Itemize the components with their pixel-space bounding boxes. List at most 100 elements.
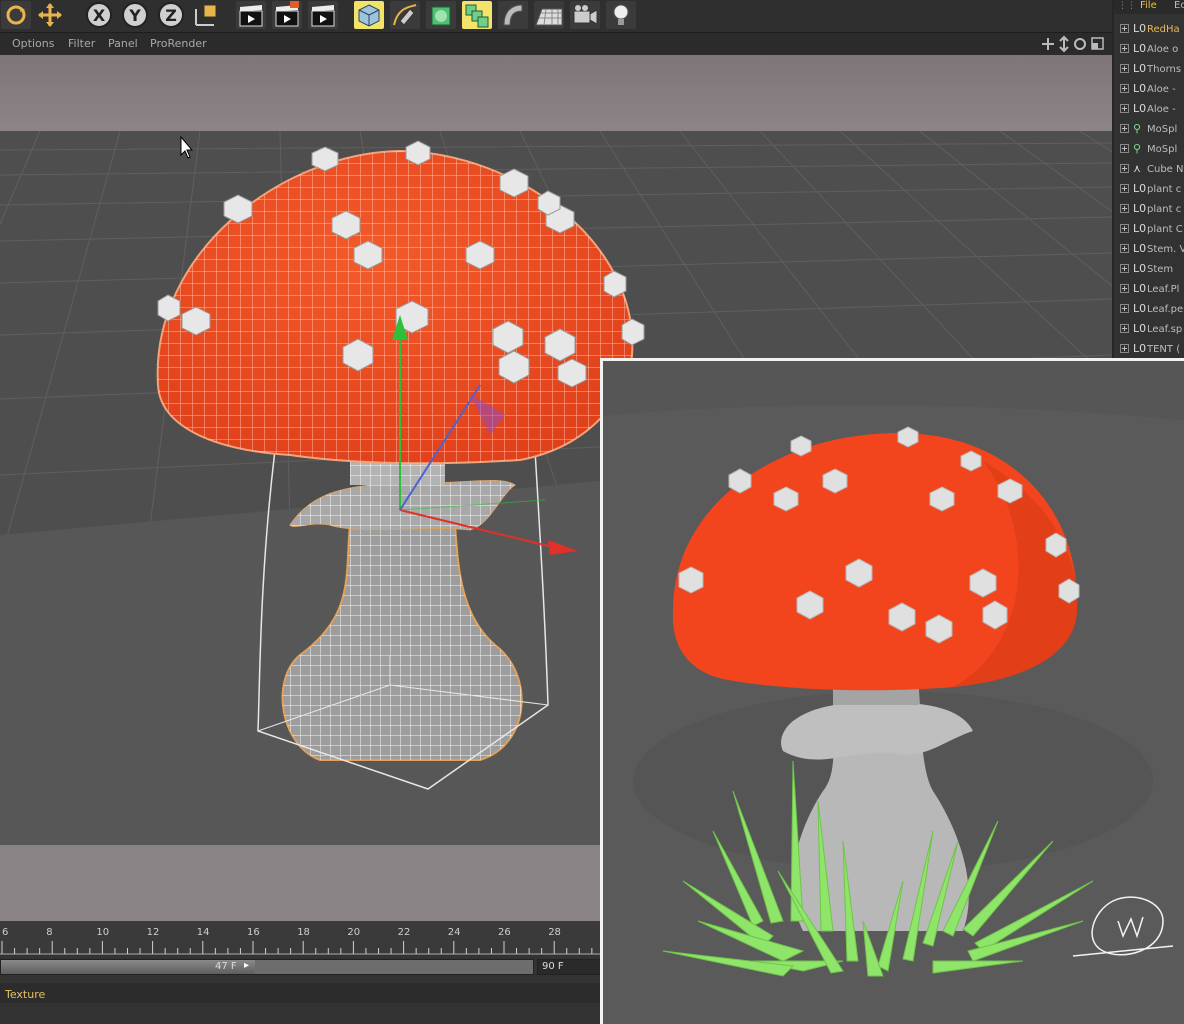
tick-label: 8 xyxy=(46,927,53,938)
expand-plus-icon[interactable] xyxy=(1120,184,1129,193)
object-name: Aloe - xyxy=(1147,104,1176,115)
pen-spline-icon[interactable] xyxy=(390,1,420,29)
timeline-panel: 6 8 10 12 14 16 18 20 22 24 26 28 47 F ▸ 90 F Textu… xyxy=(0,921,602,1024)
object-list-item[interactable]: L0 Thorns xyxy=(1120,60,1184,80)
object-list-item[interactable]: L0 Aloe - xyxy=(1120,100,1184,120)
deformer-bend-icon[interactable] xyxy=(498,1,528,29)
object-list-item[interactable]: L0 Stem. V xyxy=(1120,240,1184,260)
floor-object-icon[interactable] xyxy=(534,1,564,29)
tick-label: 20 xyxy=(347,927,361,938)
expand-plus-icon[interactable] xyxy=(1120,124,1129,133)
menu-file[interactable]: File xyxy=(1140,0,1157,11)
object-icon: L0 xyxy=(1133,202,1147,215)
end-frame-field[interactable]: 90 F xyxy=(537,959,602,975)
render-view-icon[interactable] xyxy=(236,1,266,29)
object-manager-menubar: ⋮⋮ File Ec xyxy=(1114,0,1184,14)
undo-redo-icon[interactable] xyxy=(1,1,31,29)
x-axis-label: X xyxy=(93,6,106,25)
object-list-item[interactable]: ⋏ Cube N xyxy=(1120,160,1184,180)
expand-plus-icon[interactable] xyxy=(1120,304,1129,313)
frame-range-slider[interactable]: 47 F ▸ xyxy=(0,959,534,975)
object-list-item[interactable]: L0 Leaf.sp xyxy=(1120,320,1184,340)
x-axis-lock-button[interactable]: X xyxy=(84,1,114,29)
viewport-navigation-icons[interactable] xyxy=(1042,35,1106,53)
object-name: Aloe o xyxy=(1147,44,1179,55)
expand-plus-icon[interactable] xyxy=(1120,164,1129,173)
expand-plus-icon[interactable] xyxy=(1120,104,1129,113)
object-name: plant c xyxy=(1147,184,1182,195)
object-name: RedHa xyxy=(1147,24,1180,35)
cloner-icon[interactable] xyxy=(462,1,492,29)
z-axis-label: Z xyxy=(165,6,177,25)
object-icon: L0 xyxy=(1133,82,1147,95)
object-list-item[interactable]: L0 plant c xyxy=(1120,180,1184,200)
object-icon: L0 xyxy=(1133,342,1147,355)
object-name: Aloe - xyxy=(1147,84,1176,95)
expand-plus-icon[interactable] xyxy=(1120,204,1129,213)
object-list-item[interactable]: L0 Aloe - xyxy=(1120,80,1184,100)
expand-plus-icon[interactable] xyxy=(1120,224,1129,233)
object-list-item[interactable]: L0 RedHa xyxy=(1120,20,1184,40)
object-list-item[interactable]: ⚲ MoSpl xyxy=(1120,140,1184,160)
object-list-item[interactable]: L0 plant c xyxy=(1120,200,1184,220)
slider-arrow-icon[interactable]: ▸ xyxy=(244,960,249,971)
menu-edit[interactable]: Ec xyxy=(1174,0,1184,11)
object-name: plant C xyxy=(1147,224,1183,235)
expand-plus-icon[interactable] xyxy=(1120,24,1129,33)
expand-plus-icon[interactable] xyxy=(1120,284,1129,293)
object-icon: L0 xyxy=(1133,302,1147,315)
render-settings-icon[interactable] xyxy=(308,1,338,29)
tick-label: 10 xyxy=(96,927,110,938)
object-list-item[interactable]: L0 Leaf.Pl xyxy=(1120,280,1184,300)
object-name: Leaf.Pl xyxy=(1147,284,1180,295)
expand-plus-icon[interactable] xyxy=(1120,144,1129,153)
light-bulb-icon[interactable] xyxy=(606,1,636,29)
move-tool-icon[interactable] xyxy=(35,1,65,29)
object-name: Stem xyxy=(1147,264,1174,275)
expand-plus-icon[interactable] xyxy=(1120,84,1129,93)
viewport-menubar: Options Filter Panel ProRender xyxy=(0,33,1112,55)
camera-icon[interactable] xyxy=(570,1,600,29)
object-list-item[interactable]: L0 Leaf.pe xyxy=(1120,300,1184,320)
menu-options[interactable]: Options xyxy=(12,37,54,50)
object-icon: L0 xyxy=(1133,242,1147,255)
coordinate-system-icon[interactable] xyxy=(192,1,222,29)
expand-plus-icon[interactable] xyxy=(1120,244,1129,253)
timeline-ruler[interactable]: 6 8 10 12 14 16 18 20 22 24 26 28 xyxy=(0,921,600,955)
background-horizon xyxy=(0,55,1112,135)
texture-tab[interactable]: Texture xyxy=(5,988,45,1001)
menu-filter[interactable]: Filter xyxy=(68,37,95,50)
object-icon: L0 xyxy=(1133,262,1147,275)
render-picture-viewer-icon[interactable] xyxy=(272,1,302,29)
object-name: Leaf.sp xyxy=(1147,324,1183,335)
expand-plus-icon[interactable] xyxy=(1120,264,1129,273)
end-frame-value: 90 F xyxy=(542,961,564,972)
cube-primitive-icon[interactable] xyxy=(354,1,384,29)
tick-label: 28 xyxy=(548,927,561,938)
subdivision-surface-icon[interactable] xyxy=(426,1,456,29)
object-name: Leaf.pe xyxy=(1147,304,1184,315)
menu-prorender[interactable]: ProRender xyxy=(150,37,207,50)
expand-plus-icon[interactable] xyxy=(1120,44,1129,53)
tick-label: 12 xyxy=(146,927,160,938)
z-axis-lock-button[interactable]: Z xyxy=(156,1,186,29)
expand-plus-icon[interactable] xyxy=(1120,324,1129,333)
expand-plus-icon[interactable] xyxy=(1120,344,1129,353)
object-list-item[interactable]: ⚲ MoSpl xyxy=(1120,120,1184,140)
object-icon: L0 xyxy=(1133,102,1147,115)
null-object-icon: ⋏ xyxy=(1133,162,1142,175)
object-name: MoSpl xyxy=(1147,144,1178,155)
object-name: Stem. V xyxy=(1147,244,1184,255)
expand-plus-icon[interactable] xyxy=(1120,64,1129,73)
object-list-item[interactable]: L0 TENT ( xyxy=(1120,340,1184,358)
object-list-item[interactable]: L0 Stem xyxy=(1120,260,1184,280)
object-list-item[interactable]: L0 plant C xyxy=(1120,220,1184,240)
object-list-item[interactable]: L0 Aloe o xyxy=(1120,40,1184,60)
object-icon: L0 xyxy=(1133,322,1147,335)
menu-panel[interactable]: Panel xyxy=(108,37,138,50)
y-axis-lock-button[interactable]: Y xyxy=(120,1,150,29)
mospline-icon: ⚲ xyxy=(1133,122,1142,135)
object-icon: L0 xyxy=(1133,62,1147,75)
object-icon: L0 xyxy=(1133,182,1147,195)
tick-label: 6 xyxy=(2,927,9,938)
